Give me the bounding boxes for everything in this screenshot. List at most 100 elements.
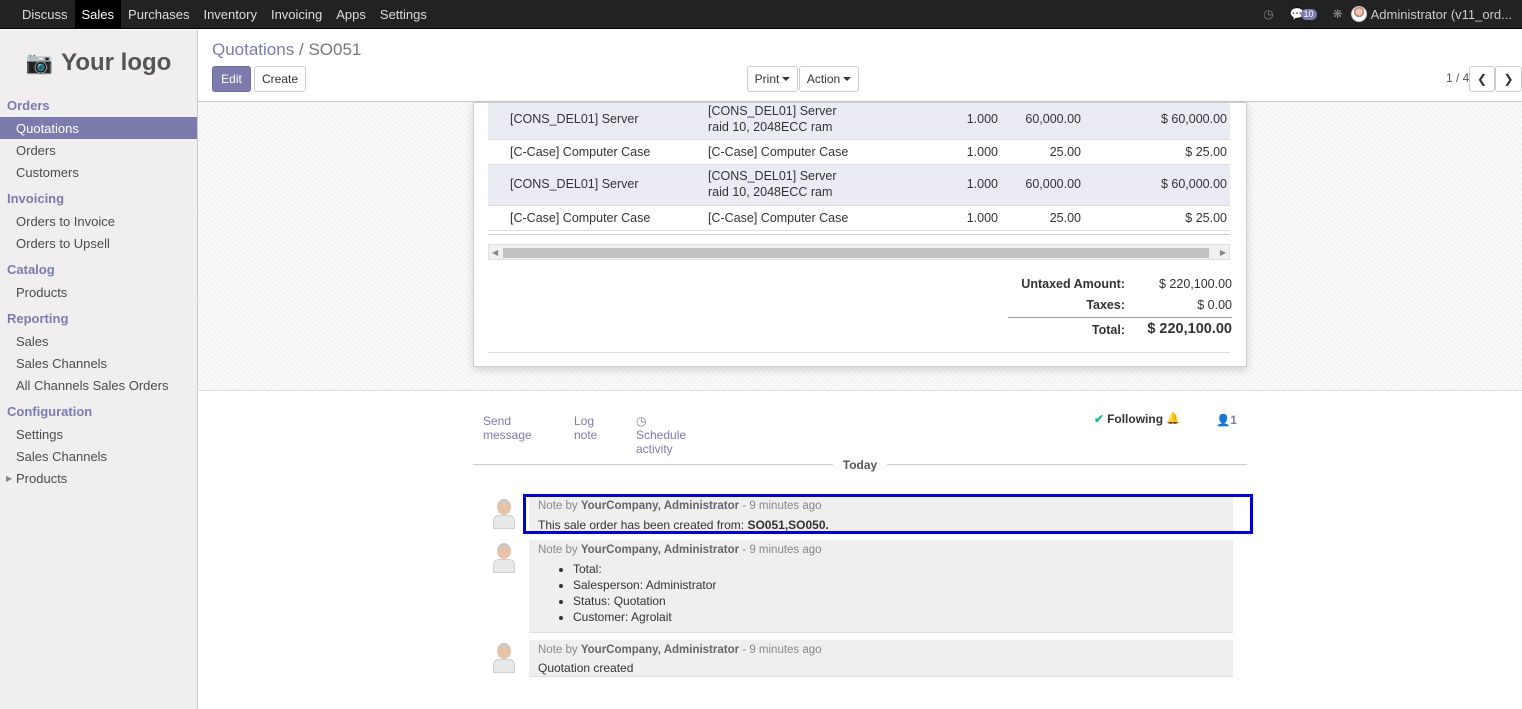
sidebar-item-settings[interactable]: Settings	[0, 423, 197, 445]
message-author[interactable]: YourCompany, Administrator	[581, 544, 739, 556]
total-label: Total:	[1091, 323, 1125, 337]
line-description: [CONS_DEL01] Server	[708, 169, 837, 183]
menu-inventory[interactable]: Inventory	[196, 0, 263, 28]
list-item: Customer: Agrolait	[573, 609, 716, 625]
sidebar-item-sales-channels[interactable]: Sales Channels	[0, 352, 197, 374]
following-button[interactable]: ✔ Following	[1094, 412, 1163, 426]
sidebar-item-products[interactable]: Products	[0, 281, 197, 303]
sidebar-item-orders-to-upsell[interactable]: Orders to Upsell	[0, 232, 197, 254]
line-product: [C-Case] Computer Case	[510, 145, 651, 159]
line-subtotal: $ 60,000.00	[1160, 112, 1227, 126]
highlight-box	[523, 494, 1253, 534]
clock-icon[interactable]: ◷	[1263, 7, 1273, 21]
taxes-value: $ 0.00	[1197, 298, 1232, 312]
line-subtotal: $ 60,000.00	[1160, 177, 1227, 191]
sidebar-item-orders[interactable]: Orders	[0, 139, 197, 161]
taxes-label: Taxes:	[1086, 298, 1125, 312]
table-row[interactable]: [C-Case] Computer Case [C-Case] Computer…	[488, 140, 1230, 165]
list-item: Status: Quotation	[573, 593, 716, 609]
menu-purchases[interactable]: Purchases	[121, 0, 196, 28]
chevron-left-icon: ❮	[1476, 72, 1488, 86]
sidebar-item-sales[interactable]: Sales	[0, 330, 197, 352]
line-description-detail: raid 10, 2048ECC ram	[708, 120, 833, 134]
totals-divider	[1008, 317, 1232, 318]
avatar	[1350, 6, 1367, 22]
line-subtotal: $ 25.00	[1185, 145, 1227, 159]
log-note-button[interactable]: Log note	[574, 414, 597, 442]
breadcrumb-quotations[interactable]: Quotations	[212, 40, 294, 59]
scrollbar-thumb[interactable]	[503, 248, 1209, 258]
sidebar: 📷 Your logo Orders Quotations Orders Cust…	[0, 30, 198, 709]
line-quantity: 1.000	[966, 112, 998, 126]
line-unit-price: 60,000.00	[1025, 112, 1081, 126]
section-invoicing: Invoicing	[7, 191, 65, 206]
sidebar-item-customers[interactable]: Customers	[0, 161, 197, 183]
untaxed-amount-label: Untaxed Amount:	[1021, 277, 1125, 291]
section-catalog: Catalog	[7, 262, 55, 277]
date-separator: Today	[473, 458, 1247, 472]
menu-sales[interactable]: Sales	[74, 0, 122, 28]
author-avatar[interactable]	[490, 641, 518, 673]
line-description: [C-Case] Computer Case	[708, 211, 849, 225]
edit-button[interactable]: Edit	[212, 66, 251, 92]
sidebar-item-config-products[interactable]: ▶ Products	[0, 467, 197, 489]
line-unit-price: 60,000.00	[1025, 177, 1081, 191]
create-button[interactable]: Create	[254, 66, 306, 92]
chevron-down-icon	[843, 77, 852, 81]
table-footer-line	[488, 231, 1230, 235]
chevron-right-icon: ❯	[1503, 72, 1514, 86]
untaxed-amount-value: $ 220,100.00	[1159, 277, 1232, 291]
message-header: Note by YourCompany, Administrator - 9 m…	[538, 644, 822, 656]
chevron-down-icon	[782, 77, 791, 81]
menu-discuss[interactable]: Discuss	[15, 0, 75, 28]
menu-apps[interactable]: Apps	[329, 0, 373, 28]
caret-right-icon: ▶	[6, 473, 13, 483]
action-button[interactable]: Action	[799, 66, 859, 92]
user-menu[interactable]: Administrator (v11_ord...	[1350, 6, 1512, 22]
line-subtotal: $ 25.00	[1185, 211, 1227, 225]
message-author[interactable]: YourCompany, Administrator	[581, 644, 739, 656]
company-logo[interactable]: 📷 Your logo	[0, 30, 197, 96]
scroll-left-icon[interactable]: ◀	[492, 248, 498, 257]
menu-invoicing[interactable]: Invoicing	[264, 0, 329, 28]
line-description: [C-Case] Computer Case	[708, 145, 849, 159]
form-sheet: [CONS_DEL01] Server [CONS_DEL01] Server …	[473, 102, 1247, 367]
print-button[interactable]: Print	[747, 66, 798, 92]
sidebar-item-config-sales-channels[interactable]: Sales Channels	[0, 445, 197, 467]
list-item: Total:	[573, 561, 716, 577]
sidebar-item-quotations[interactable]: Quotations	[0, 117, 197, 139]
clock-icon: ◷	[636, 414, 647, 428]
pager-previous-button[interactable]: ❮	[1469, 66, 1495, 92]
line-quantity: 1.000	[966, 211, 998, 225]
table-row[interactable]: [CONS_DEL01] Server [CONS_DEL01] Server …	[488, 103, 1230, 140]
sidebar-item-all-channels-sales-orders[interactable]: All Channels Sales Orders	[0, 374, 197, 396]
tracking-list: Total: Salesperson: Administrator Status…	[573, 561, 716, 625]
pager-next-button[interactable]: ❯	[1495, 66, 1522, 92]
section-reporting: Reporting	[7, 311, 69, 326]
line-description: [CONS_DEL01] Server	[708, 104, 837, 118]
send-message-button[interactable]: Send message	[483, 414, 532, 442]
menu-settings[interactable]: Settings	[373, 0, 434, 28]
bell-icon[interactable]: 🔔	[1166, 412, 1180, 425]
user-icon: 👤	[1216, 415, 1231, 427]
followers-button[interactable]: 👤1	[1216, 413, 1237, 427]
section-orders: Orders	[7, 98, 50, 113]
line-description-detail: raid 10, 2048ECC ram	[708, 185, 833, 199]
table-row[interactable]: [C-Case] Computer Case [C-Case] Computer…	[488, 206, 1230, 231]
bug-icon[interactable]: ❋	[1333, 7, 1343, 21]
schedule-activity-button[interactable]: ◷ Schedule activity	[636, 414, 686, 456]
scroll-right-icon[interactable]: ▶	[1220, 248, 1226, 257]
messages-badge: 10	[1300, 8, 1317, 20]
check-icon: ✔	[1094, 412, 1105, 426]
horizontal-scrollbar[interactable]: ◀ ▶	[488, 244, 1230, 260]
breadcrumb: Quotations / SO051	[212, 40, 361, 60]
author-avatar[interactable]	[490, 541, 518, 573]
message-header: Note by YourCompany, Administrator - 9 m…	[538, 544, 822, 556]
top-navbar: Discuss Sales Purchases Inventory Invoic…	[0, 0, 1522, 29]
messages-icon[interactable]: 💬 10	[1290, 7, 1317, 21]
table-row[interactable]: [CONS_DEL01] Server [CONS_DEL01] Server …	[488, 165, 1230, 206]
author-avatar[interactable]	[490, 497, 518, 529]
breadcrumb-current: SO051	[308, 40, 362, 59]
breadcrumb-separator: /	[298, 40, 304, 59]
sidebar-item-orders-to-invoice[interactable]: Orders to Invoice	[0, 210, 197, 232]
